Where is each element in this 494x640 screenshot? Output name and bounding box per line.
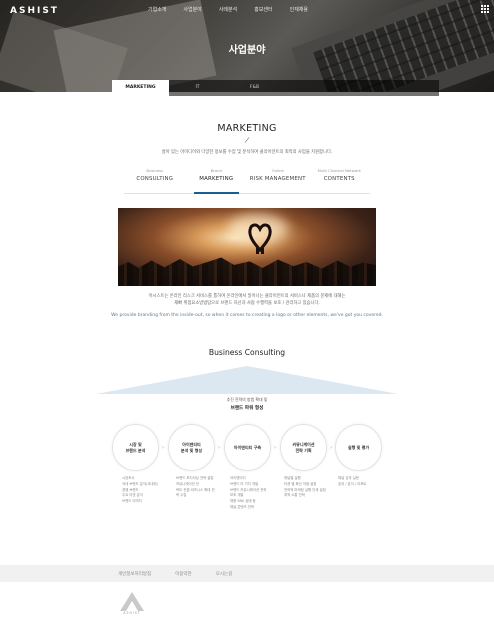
body-text-english: We provide branding from the inside-out,… bbox=[111, 313, 383, 318]
step-circle-execution: 실행 및 평가 bbox=[335, 424, 382, 471]
slash-divider-icon bbox=[244, 137, 250, 143]
body-text-line-2: 재빠 위험요소방법탐으로 브랜드 자산과 사람 수행력을 보호 / 관리하고 있… bbox=[174, 301, 320, 306]
concert-crowd-image bbox=[118, 208, 376, 286]
chevron-right-icon: › bbox=[218, 445, 220, 451]
business-tabs: MARKETING IT F&B bbox=[112, 80, 439, 96]
core-strategy: 추진 전략의 방법 확대 및 브랜드 파워 형성 bbox=[0, 397, 494, 411]
hero-banner: ASHIST 기업소개 사업분야 사례분석 홍보센터 인재채용 사업분야 bbox=[0, 0, 494, 92]
body-text-line-1: 어시스트는 온라인 리스크 서비스를 통하여 온라인에서 일어나는 클라이언트의… bbox=[148, 294, 346, 299]
footer-link-location[interactable]: 오시는길 bbox=[216, 571, 233, 577]
subtab-label: MARKETING bbox=[199, 176, 234, 182]
subtab-marketing[interactable]: Brand MARKETING bbox=[186, 168, 248, 194]
nav-item-business[interactable]: 사업분야 bbox=[183, 6, 201, 13]
step-label: 아이덴티티 구축 bbox=[233, 444, 262, 450]
footer-link-privacy[interactable]: 개인정보처리방침 bbox=[118, 571, 151, 577]
step-label: 아이덴티티 분석 및 형성 bbox=[180, 441, 203, 453]
subtab-risk-management[interactable]: Online RISK MANAGEMENT bbox=[247, 168, 309, 193]
step-label: 실행 및 평가 bbox=[347, 444, 370, 450]
footer-logo-icon bbox=[120, 592, 144, 611]
core-strategy-sub: 추진 전략의 방법 확대 및 bbox=[226, 397, 268, 402]
subtab-caption: Business bbox=[146, 168, 164, 173]
tab-marketing[interactable]: MARKETING bbox=[112, 80, 169, 96]
process-steps: 시장 및 브랜드 분석 › 아이덴티티 분석 및 형성 › 아이덴티티 구축 ›… bbox=[112, 424, 382, 472]
footer-link-terms[interactable]: 이용약관 bbox=[175, 571, 192, 577]
subtab-caption: Online bbox=[271, 168, 284, 173]
section-title: MARKETING bbox=[217, 123, 277, 134]
page-title: 사업분야 bbox=[228, 45, 266, 56]
nav-item-careers[interactable]: 인재채용 bbox=[290, 6, 308, 13]
footer-links: 개인정보처리방침 이용약관 오시는길 bbox=[118, 565, 256, 582]
subtab-consulting[interactable]: Business CONSULTING bbox=[124, 168, 186, 193]
consulting-title: Business Consulting bbox=[208, 348, 286, 357]
chevron-right-icon: › bbox=[162, 445, 164, 451]
tab-bar-filler bbox=[283, 80, 439, 96]
nav-item-cases[interactable]: 사례분석 bbox=[219, 6, 237, 13]
step-label: 시장 및 브랜드 분석 bbox=[125, 441, 146, 453]
subtab-label: CONSULTING bbox=[136, 176, 174, 182]
footer-links-bar: 개인정보처리방침 이용약관 오시는길 bbox=[0, 565, 494, 582]
chevron-right-icon: › bbox=[274, 445, 276, 451]
footer-logo-text: ASHIST bbox=[123, 611, 141, 615]
chevron-right-icon: › bbox=[330, 445, 332, 451]
step-circle-communication: 커뮤니케이션 전략 기획 bbox=[280, 424, 327, 471]
step-label: 커뮤니케이션 전략 기획 bbox=[292, 441, 315, 453]
heart-hands-icon bbox=[248, 223, 272, 254]
step-description: 채널별 실행 타겟 별 확산 지점 설정 전략적 마케팅 실행 단계 설정 최적… bbox=[284, 476, 326, 498]
core-strategy-main: 브랜드 파워 형성 bbox=[230, 406, 264, 411]
subtab-label: RISK MANAGEMENT bbox=[249, 176, 306, 182]
site-logo[interactable]: ASHIST bbox=[10, 6, 59, 16]
subtab-caption: Multi Channel Network bbox=[317, 168, 361, 173]
section-description: 살아 있는 아이디어와 다양한 정보를 수집 및 분석하여 클라이언트의 최적의… bbox=[161, 150, 333, 155]
main-nav: 기업소개 사업분야 사례분석 홍보센터 인재채용 bbox=[148, 6, 325, 13]
tab-fnb[interactable]: F&B bbox=[226, 80, 283, 96]
step-circle-identity-analysis: 아이덴티티 분석 및 형성 bbox=[168, 424, 215, 471]
subtab-caption: Brand bbox=[210, 168, 222, 173]
process-step-descriptions: 시장조사 국내 브랜드 분석(국내외) 경쟁 브랜드 주요 타겟 분석 브랜드 … bbox=[122, 476, 382, 526]
marketing-subtabs: Business CONSULTING Brand MARKETING Onli… bbox=[124, 168, 370, 194]
crowd-silhouette bbox=[118, 257, 376, 286]
step-circle-market-analysis: 시장 및 브랜드 분석 bbox=[112, 424, 159, 471]
subtab-contents[interactable]: Multi Channel Network CONTENTS bbox=[309, 168, 371, 193]
tab-it[interactable]: IT bbox=[169, 80, 226, 96]
pyramid-graphic bbox=[96, 366, 398, 394]
nav-item-pr[interactable]: 홍보센터 bbox=[254, 6, 272, 13]
grid-menu-icon[interactable] bbox=[481, 5, 489, 13]
step-description: 시장조사 국내 브랜드 분석(국내외) 경쟁 브랜드 주요 타겟 분석 브랜드 … bbox=[122, 476, 158, 504]
step-circle-identity-build: 아이덴티티 구축 bbox=[224, 424, 271, 471]
step-description: 채널 성과 실현 효과 / 분석 / 리포트 bbox=[338, 476, 367, 486]
nav-item-company[interactable]: 기업소개 bbox=[148, 6, 166, 13]
step-description: 아이덴티티 브랜드 미 가치 개발 브랜드 커뮤니케이션 전략 보조 개발 채용… bbox=[230, 476, 267, 509]
subtab-label: CONTENTS bbox=[323, 176, 355, 182]
step-description: 브랜드 포지셔닝 전략 설립 커뮤니케이션 전 략도 컨셉 비즈니스 확대 전 … bbox=[176, 476, 215, 498]
